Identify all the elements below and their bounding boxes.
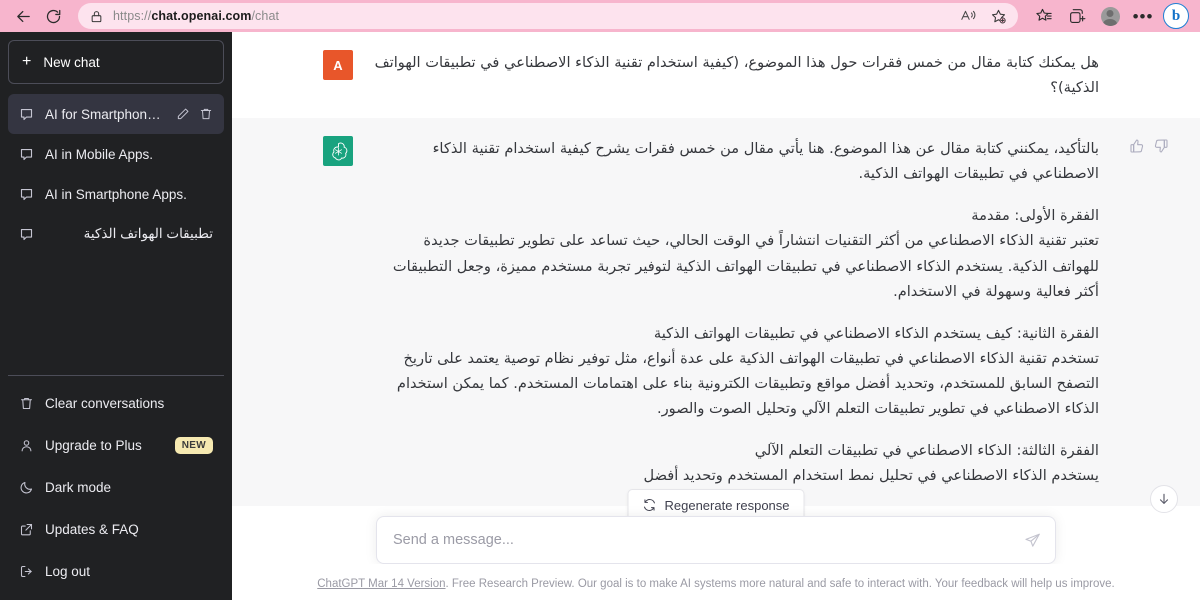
assistant-message-text: بالتأكيد، يمكنني كتابة مقال عن هذا الموض… [373,136,1099,488]
sidebar-item-clear-conversations[interactable]: Clear conversations [8,382,224,424]
sidebar-item-label: AI in Smartphone Apps. [45,186,187,202]
new-chat-button[interactable]: + New chat [8,40,224,84]
user-message-text: هل يمكنك كتابة مقال من خمس فقرات حول هذا… [374,54,1099,97]
external-link-icon [19,522,34,537]
bing-letter: b [1171,7,1181,24]
new-badge: NEW [174,436,213,454]
chatgpt-app: + New chat AI for Smartphone App [0,32,1200,600]
delete-icon[interactable] [199,107,213,121]
sidebar-footer-label: Upgrade to Plus [45,437,142,453]
url-path: /chat [251,9,280,23]
collections-icon[interactable] [1028,2,1060,30]
url-scheme: https:// [113,9,152,23]
add-favorite-icon[interactable] [984,3,1012,29]
avatar-initial: A [333,57,343,73]
plus-icon: + [22,53,32,70]
new-chat-label: New chat [43,54,100,70]
sidebar-item-label: AI in Mobile Apps. [45,146,154,162]
footer-note-text: . Free Research Preview. Our goal is to … [445,578,1115,590]
sidebar-item-arabic-smartphone-apps[interactable]: تطبيقات الهواتف الذكية [8,214,224,254]
edit-icon[interactable] [176,107,190,121]
sidebar-item-ai-in-smartphone-apps[interactable]: AI in Smartphone Apps. [8,174,224,214]
reload-icon [46,9,60,23]
version-link[interactable]: ChatGPT Mar 14 Version [317,578,445,590]
sidebar-item-updates-faq[interactable]: Updates & FAQ [8,508,224,550]
ellipsis-icon: ••• [1132,6,1154,26]
chat-bubble-icon [19,187,34,202]
assistant-avatar [323,136,353,167]
sidebar-footer-label: Clear conversations [45,395,165,411]
sidebar-footer: Clear conversations Upgrade to Plus NEW … [8,375,224,592]
logout-icon [19,564,34,579]
message-reactions [1129,138,1169,154]
sidebar-item-upgrade-to-plus[interactable]: Upgrade to Plus NEW [8,424,224,466]
browser-action-icons: ••• b [1028,2,1192,30]
url-text: https://chat.openai.com/chat [113,9,954,23]
person-icon [19,438,34,453]
send-icon[interactable] [1024,532,1041,549]
chat-item-actions [176,107,213,121]
regenerate-label: Regenerate response [664,497,790,513]
assistant-paragraph-2: الفقرة الأولى: مقدمة تعتبر تقنية الذكاء … [392,207,1099,300]
chat-main: A هل يمكنك كتابة مقال من خمس فقرات حول ه… [232,32,1200,600]
sidebar-item-ai-for-smartphone-app[interactable]: AI for Smartphone App [8,94,224,134]
chat-bubble-icon [19,107,34,122]
sidebar-item-log-out[interactable]: Log out [8,550,224,592]
chat-bubble-icon [19,227,34,242]
assistant-message-inner: بالتأكيد، يمكنني كتابة مقال عن هذا الموض… [321,118,1168,506]
refresh-icon [644,499,655,511]
back-button[interactable] [8,3,38,29]
sidebar-item-dark-mode[interactable]: Dark mode [8,466,224,508]
trash-icon [19,396,34,411]
bing-chat-button[interactable]: b [1160,2,1192,30]
moon-icon [19,480,34,495]
assistant-paragraph-1: بالتأكيد، يمكنني كتابة مقال عن هذا الموض… [432,140,1099,183]
sidebar-item-label: تطبيقات الهواتف الذكية [83,226,213,241]
footer-note: ChatGPT Mar 14 Version. Free Research Pr… [232,564,1200,600]
address-bar[interactable]: https://chat.openai.com/chat [78,3,1018,29]
sidebar-footer-label: Dark mode [45,479,112,495]
sidebar-item-ai-in-mobile-apps[interactable]: AI in Mobile Apps. [8,134,224,174]
user-avatar: A [323,50,353,80]
person-avatar-icon [1100,6,1120,26]
sidebar-footer-label: Log out [45,563,91,579]
reload-button[interactable] [38,3,68,29]
profile-avatar[interactable] [1094,2,1126,30]
assistant-paragraph-4: الفقرة الثالثة: الذكاء الاصطناعي في تطبي… [643,442,1099,485]
split-screen-icon[interactable] [1061,2,1093,30]
conversation-list: AI for Smartphone App AI in Mobile Apps. [8,94,224,254]
lock-icon [90,10,103,23]
message-input[interactable] [393,532,1024,548]
openai-logo-icon [331,142,347,161]
back-arrow-icon [16,10,30,22]
sidebar-item-label: AI for Smartphone App [45,106,165,122]
address-bar-actions [954,3,1012,29]
bing-icon: b [1163,3,1189,29]
thumbs-up-icon[interactable] [1129,138,1145,154]
sidebar: + New chat AI for Smartphone App [0,32,232,600]
user-message-inner: A هل يمكنك كتابة مقال من خمس فقرات حول ه… [321,32,1111,118]
thumbs-down-icon[interactable] [1153,138,1169,154]
read-aloud-icon[interactable] [954,3,982,29]
url-host: chat.openai.com [151,9,252,23]
user-message: A هل يمكنك كتابة مقال من خمس فقرات حول ه… [232,32,1200,119]
scroll-to-bottom-button[interactable] [1150,485,1178,513]
sidebar-footer-label: Updates & FAQ [45,521,139,537]
message-composer[interactable] [376,516,1056,564]
more-options-button[interactable]: ••• [1127,2,1159,30]
browser-toolbar: https://chat.openai.com/chat ••• b [0,0,1200,32]
assistant-paragraph-3: الفقرة الثانية: كيف يستخدم الذكاء الاصطن… [396,324,1099,418]
composer-area: ChatGPT Mar 14 Version. Free Research Pr… [232,516,1200,600]
chat-bubble-icon [19,147,34,162]
arrow-down-icon [1159,493,1169,504]
assistant-message: بالتأكيد، يمكنني كتابة مقال عن هذا الموض… [232,118,1200,507]
